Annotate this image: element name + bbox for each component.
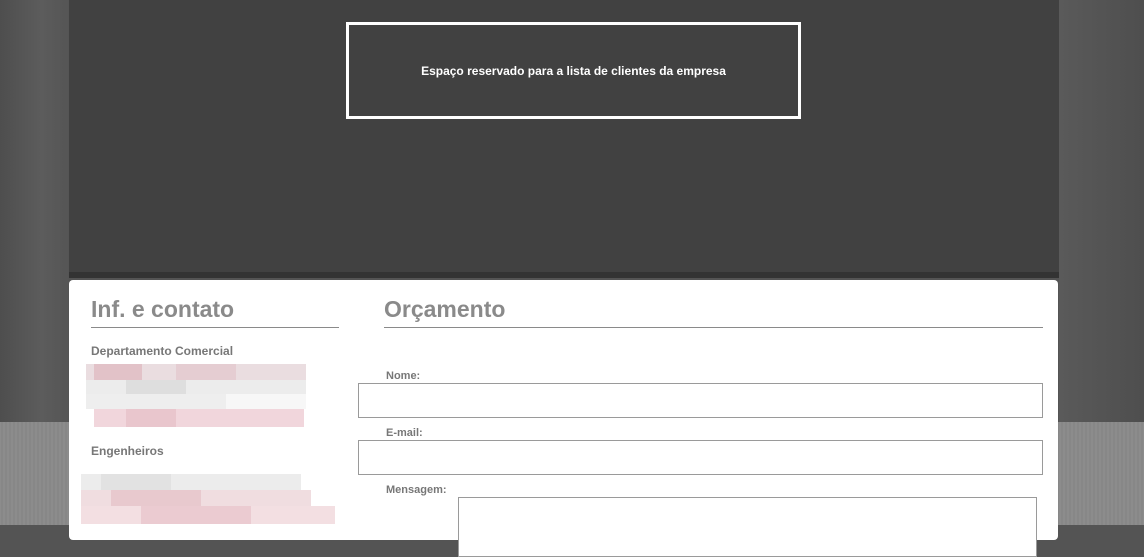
engineers-heading: Engenheiros [91, 444, 164, 458]
quote-title: Orçamento [384, 296, 506, 322]
clients-section: Espaço reservado para a lista de cliente… [69, 0, 1059, 278]
name-label: Nome: [386, 370, 421, 382]
contact-quote-section: Inf. e contato Departamento Comercial En… [69, 280, 1058, 557]
contact-title-rule [91, 327, 339, 328]
redacted-commercial-info [86, 364, 306, 428]
email-label: E-mail: [386, 427, 423, 439]
redacted-engineers-info [81, 474, 335, 530]
message-label: Mensagem: [386, 484, 447, 496]
clients-placeholder: Espaço reservado para a lista de cliente… [346, 22, 801, 119]
background-right [1059, 0, 1144, 422]
contact-title: Inf. e contato [91, 296, 235, 322]
commercial-heading: Departamento Comercial [91, 344, 234, 358]
quote-title-rule [384, 327, 1043, 328]
background-left [0, 0, 69, 422]
message-textarea[interactable] [458, 497, 1037, 557]
clients-placeholder-text: Espaço reservado para a lista de cliente… [421, 63, 726, 78]
name-input[interactable] [358, 383, 1043, 418]
email-input[interactable] [358, 440, 1043, 475]
section-divider [69, 272, 1059, 278]
